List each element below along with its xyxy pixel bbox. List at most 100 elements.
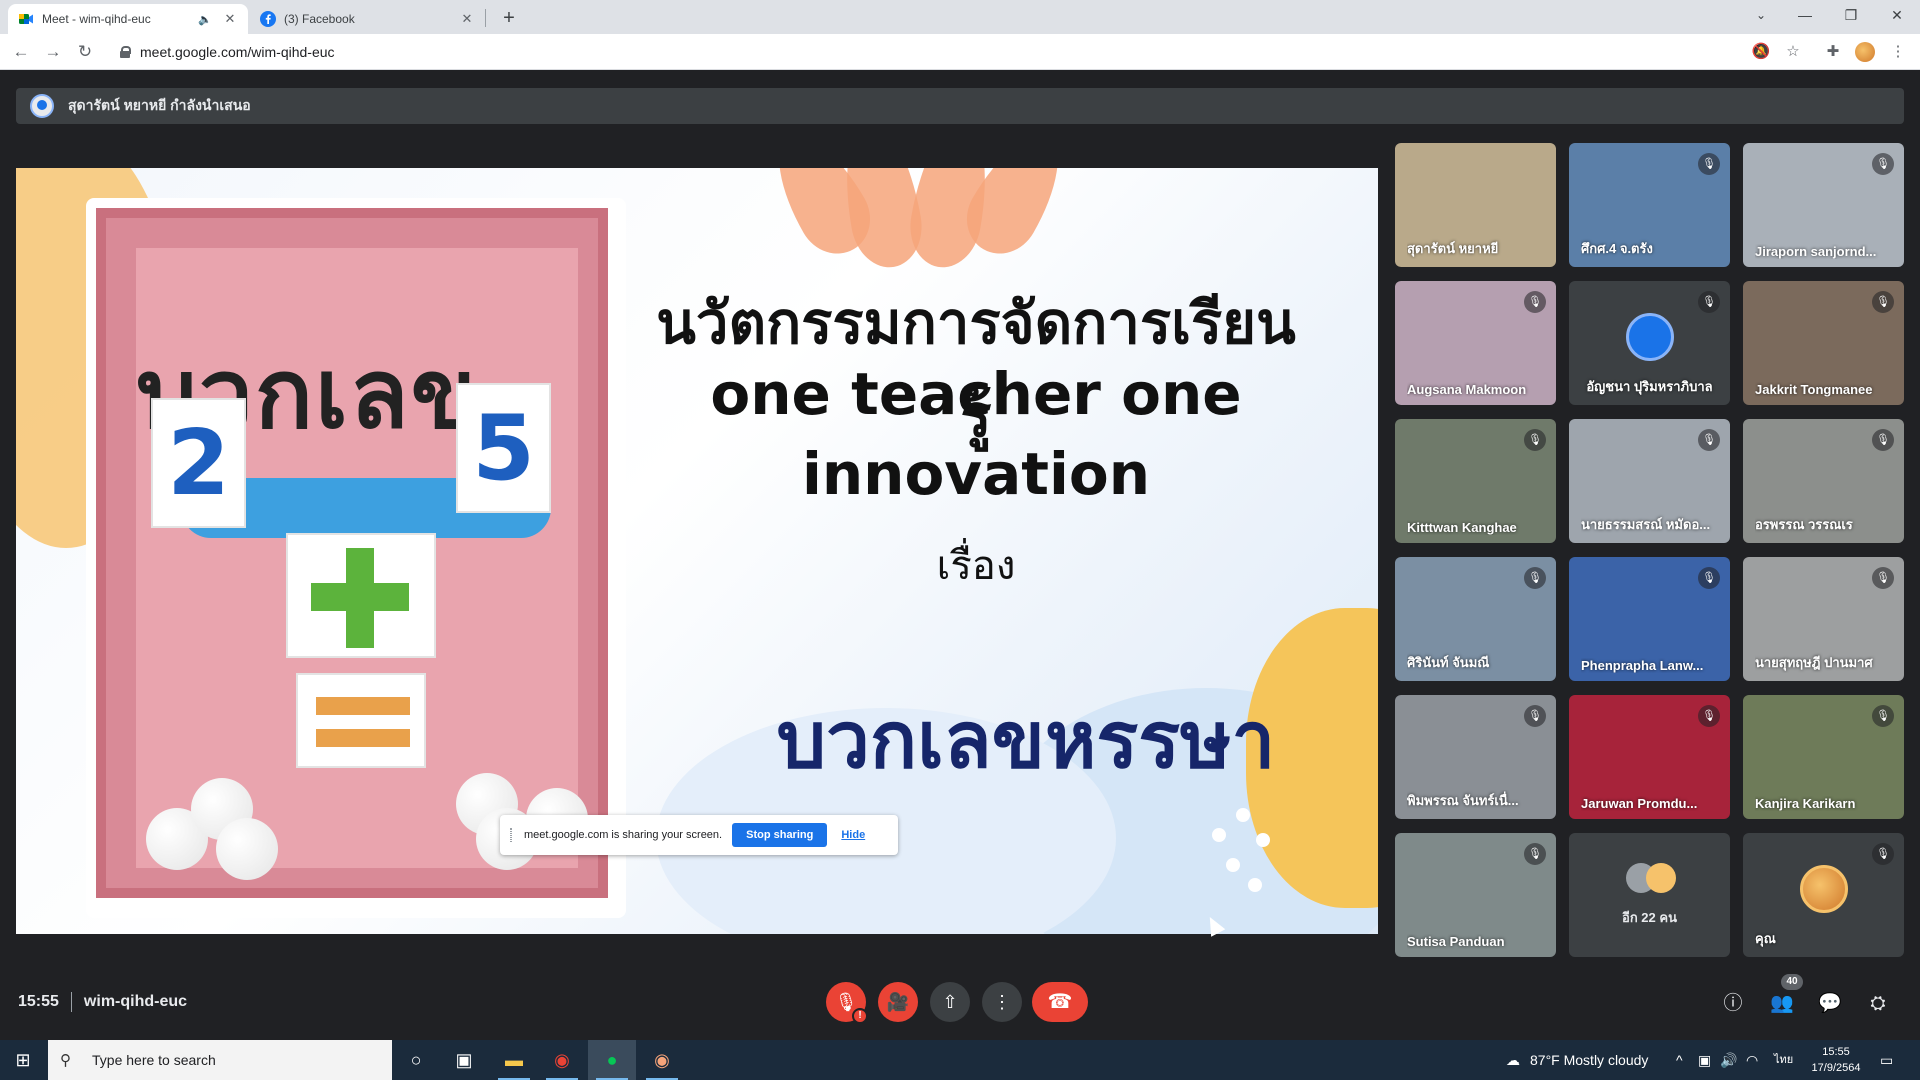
search-placeholder: Type here to search (92, 1052, 216, 1068)
tab-search-icon[interactable]: ⌄ (1738, 0, 1784, 30)
facebook-icon (260, 11, 276, 27)
profile-avatar[interactable] (1855, 42, 1875, 62)
slide-subheading: เรื่อง (936, 543, 1016, 589)
tray-app-icon[interactable]: ▣ (1698, 1040, 1711, 1080)
weather-text[interactable]: 87°F Mostly cloudy (1530, 1040, 1648, 1080)
mic-off-icon: 🎙 (1524, 567, 1546, 589)
minimize-button[interactable]: — (1782, 0, 1828, 30)
participant-tile[interactable]: 🎙 นายธรรมสรณ์ หมัดอ... (1569, 419, 1730, 543)
plus-sign (311, 583, 409, 611)
participant-name: Kanjira Karikarn (1755, 796, 1856, 811)
present-icon: ⇧ (942, 992, 958, 1012)
participant-name: Jakkrit Tongmanee (1755, 382, 1873, 397)
tab-meet[interactable]: Meet - wim-qihd-euc 🔈 ✕ (8, 4, 248, 34)
file-explorer-icon[interactable]: ▬ (490, 1040, 538, 1080)
mic-off-icon: 🎙 (1872, 843, 1894, 865)
slide-decoration (1212, 828, 1226, 842)
participant-tile[interactable]: 🎙 Augsana Makmoon (1395, 281, 1556, 405)
browser-tab-strip: Meet - wim-qihd-euc 🔈 ✕ (3) Facebook ✕ +… (0, 0, 1920, 34)
participant-name: นายธรรมสรณ์ หมัดอ... (1581, 517, 1711, 532)
notifications-icon[interactable]: ▭ (1880, 1040, 1893, 1080)
participant-name: สุดารัตน์ หยาหยี (1407, 241, 1499, 256)
lock-icon (120, 46, 131, 58)
task-view-icon[interactable]: ▣ (440, 1040, 488, 1080)
self-tile[interactable]: 🎙 คุณ (1743, 833, 1904, 957)
windows-start-icon[interactable]: ⊞ (0, 1040, 46, 1080)
participant-tile[interactable]: 🎙 ศึกศ.4 จ.ตรัง (1569, 143, 1730, 267)
more-options-button[interactable]: ⋮ (982, 982, 1022, 1022)
mic-off-icon: 🎙 (1524, 429, 1546, 451)
hide-button[interactable]: Hide (841, 829, 865, 841)
address-bar[interactable]: meet.google.com/wim-qihd-euc (108, 38, 1788, 66)
mic-off-icon: 🎙 (1872, 291, 1894, 313)
tab-facebook[interactable]: (3) Facebook ✕ (250, 4, 485, 34)
maximize-button[interactable]: ❐ (1828, 0, 1874, 30)
close-tab-icon[interactable]: ✕ (222, 11, 238, 27)
reload-icon[interactable]: ↻ (72, 39, 98, 65)
presenter-banner: สุดารัตน์ หยาหยี กำลังนำเสนอ (16, 88, 1904, 124)
participant-tile[interactable]: 🎙 นายสุทฤษฎี ปานมาศ (1743, 557, 1904, 681)
extensions-icon[interactable]: ✚ (1821, 39, 1845, 65)
participant-tile[interactable]: 🎙 อรพรรณ วรรณเร (1743, 419, 1904, 543)
close-window-button[interactable]: ✕ (1874, 0, 1920, 30)
line-app-icon[interactable]: ● (588, 1040, 636, 1080)
meeting-info-icon[interactable]: ⓘ (1719, 990, 1747, 1018)
input-language[interactable]: ไทย (1774, 1040, 1793, 1080)
system-clock[interactable]: 15:55 17/9/2564 (1808, 1044, 1864, 1076)
camera-toggle-button[interactable]: 🎥 (878, 982, 918, 1022)
participant-tile[interactable]: 🎙 Kanjira Karikarn (1743, 695, 1904, 819)
microphone-toggle-button[interactable]: 🎙 ! (826, 982, 868, 1024)
tab-divider (485, 9, 486, 27)
self-label: คุณ (1755, 931, 1776, 946)
search-icon: ⚲ (60, 1052, 71, 1069)
back-icon[interactable]: ← (8, 39, 34, 65)
more-participants-label: อีก 22 คน (1622, 910, 1677, 925)
participant-tile[interactable]: 🎙 Kitttwan Kanghae (1395, 419, 1556, 543)
participant-tile[interactable]: 🎙 Phenprapha Lanw... (1569, 557, 1730, 681)
meeting-details: 15:55 wim-qihd-euc (18, 992, 187, 1012)
forward-icon[interactable]: → (40, 39, 66, 65)
slide-decoration (1226, 858, 1240, 872)
meeting-time: 15:55 (18, 993, 59, 1010)
stop-sharing-button[interactable]: Stop sharing (732, 823, 828, 847)
volume-icon[interactable]: 🔊 (1720, 1040, 1737, 1080)
speaker-icon[interactable]: 🔈 (198, 13, 212, 26)
self-avatar (1799, 865, 1848, 913)
windows-taskbar: ⊞ ⚲ Type here to search ○ ▣ ▬ ◉ ● ◉ ☁ 87… (0, 1040, 1920, 1080)
bookmark-star-icon[interactable]: ☆ (1781, 39, 1805, 65)
close-tab-icon[interactable]: ✕ (459, 11, 475, 27)
chrome-icon[interactable]: ◉ (538, 1040, 586, 1080)
people-icon[interactable]: 👥 (1768, 990, 1796, 1018)
new-tab-button[interactable]: + (496, 5, 522, 31)
weather-icon[interactable]: ☁ (1506, 1040, 1520, 1080)
drag-handle[interactable] (510, 828, 512, 842)
present-screen-button[interactable]: ⇧ (930, 982, 970, 1022)
taskbar-search-input[interactable]: ⚲ Type here to search (48, 1040, 392, 1080)
grouped-avatars (1620, 863, 1680, 897)
notifications-blocked-icon[interactable]: 🔕 (1749, 39, 1773, 65)
participant-tile[interactable]: 🎙 Sutisa Panduan (1395, 833, 1556, 957)
leave-call-button[interactable]: ☎ (1032, 982, 1088, 1022)
mic-off-icon: 🎙 (1872, 153, 1894, 175)
participant-tile[interactable]: สุดารัตน์ หยาหยี (1395, 143, 1556, 267)
share-notice-text: meet.google.com is sharing your screen. (524, 829, 723, 841)
tray-chevron-icon[interactable]: ^ (1676, 1040, 1683, 1080)
wifi-icon[interactable]: ◠ (1746, 1040, 1758, 1080)
more-participants-tile[interactable]: อีก 22 คน (1569, 833, 1730, 957)
participant-tile[interactable]: 🎙 พิมพรรณ จันทร์เนื่... (1395, 695, 1556, 819)
clock-time: 15:55 (1822, 1046, 1850, 1058)
participant-tile[interactable]: 🎙 ศิรินันท์ จันมณี (1395, 557, 1556, 681)
meet-window: สุดารัตน์ หยาหยี กำลังนำเสนอ บวกเลข 2 5 (0, 70, 1920, 1040)
participant-name: นายสุทฤษฎี ปานมาศ (1755, 655, 1873, 670)
participant-tile[interactable]: 🎙 อัญชนา ปุริมหราภิบาล (1569, 281, 1730, 405)
participant-tile[interactable]: 🎙 Jakkrit Tongmanee (1743, 281, 1904, 405)
chrome-profile-icon[interactable]: ◉ (638, 1040, 686, 1080)
chat-icon[interactable]: 💬 (1816, 990, 1844, 1018)
participant-tile[interactable]: 🎙 Jaruwan Promdu... (1569, 695, 1730, 819)
equals-card (296, 673, 426, 768)
activities-icon[interactable]: ⛭ (1864, 990, 1892, 1018)
slide-heading-line3: innovation (802, 440, 1150, 508)
cortana-icon[interactable]: ○ (392, 1040, 440, 1080)
participant-tile[interactable]: 🎙 Jiraporn sanjornd... (1743, 143, 1904, 267)
menu-kebab-icon[interactable]: ⋮ (1886, 39, 1910, 65)
